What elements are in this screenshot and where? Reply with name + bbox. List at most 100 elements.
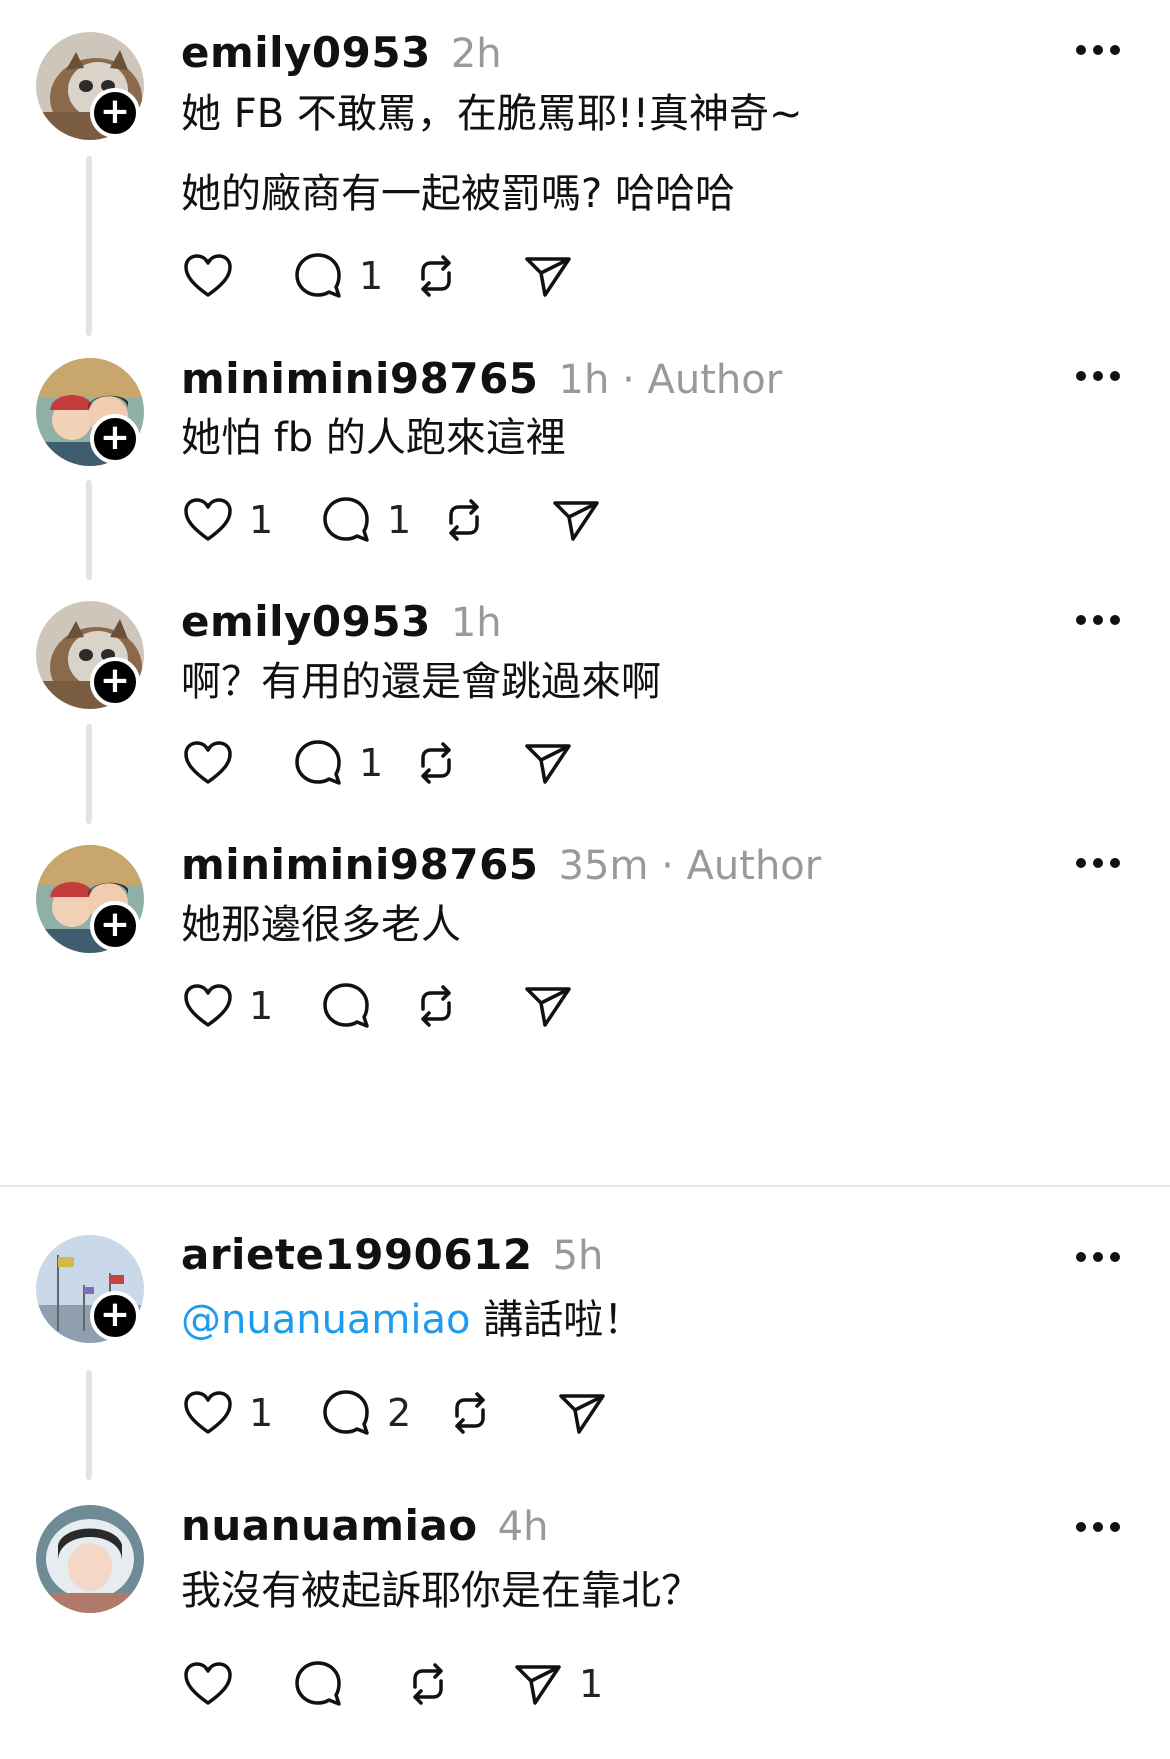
thread-line (86, 724, 92, 824)
comment-text: 啊？有用的還是會跳過來啊 (181, 659, 661, 705)
repost-button[interactable] (443, 1385, 497, 1441)
like-button[interactable] (181, 248, 235, 304)
comment-text-body: 講話啦！ (470, 1297, 644, 1343)
username[interactable]: nuanuamiao (181, 1501, 478, 1550)
repost-icon (421, 255, 451, 297)
timestamp: 5h (552, 1233, 604, 1279)
reply-count: 1 (387, 498, 412, 542)
plus-icon: + (99, 903, 131, 945)
repost-icon (421, 742, 451, 784)
share-button[interactable] (521, 248, 575, 304)
comment-icon (323, 983, 369, 1028)
girl-avatar-image (36, 1505, 144, 1613)
timestamp: 4h (497, 1504, 549, 1550)
more-options-button[interactable] (1076, 857, 1120, 869)
send-icon (559, 1394, 605, 1434)
username[interactable]: emily0953 (181, 28, 431, 77)
repost-icon (413, 1663, 443, 1705)
share-button[interactable] (521, 978, 575, 1034)
follow-button[interactable]: + (90, 901, 140, 951)
repost-button[interactable] (437, 492, 491, 548)
username[interactable]: emily0953 (181, 597, 431, 646)
plus-icon: + (99, 416, 131, 458)
follow-button[interactable]: + (90, 657, 140, 707)
repost-button[interactable] (409, 248, 463, 304)
heart-icon (184, 1662, 232, 1705)
timestamp: 35m · Author (558, 843, 822, 889)
send-icon (553, 501, 599, 541)
plus-icon: + (99, 1293, 131, 1335)
send-icon (525, 987, 571, 1027)
comment-text: @nuanuamiao 講話啦！ (181, 1294, 643, 1346)
share-button[interactable] (549, 492, 603, 548)
mention-link[interactable]: @nuanuamiao (181, 1297, 471, 1343)
repost-button[interactable] (409, 735, 463, 791)
follow-button[interactable]: + (90, 414, 140, 464)
more-options-button[interactable] (1076, 614, 1120, 626)
heart-icon (184, 1391, 232, 1434)
thread-line (86, 1370, 92, 1480)
timestamp: 1h (450, 600, 502, 646)
follow-button[interactable]: + (90, 88, 140, 138)
username[interactable]: minimini98765 (181, 354, 539, 403)
like-button[interactable] (181, 1656, 235, 1712)
reply-count: 2 (387, 1391, 412, 1435)
more-options-button[interactable] (1076, 1251, 1120, 1263)
reply-button[interactable] (291, 1656, 345, 1712)
comment-text: 她的廠商有一起被罰嗎? 哈哈哈 (181, 171, 735, 217)
heart-icon (184, 498, 232, 541)
reply-button[interactable]: 1 (291, 248, 383, 304)
like-count: 1 (249, 1391, 274, 1435)
comment-icon (323, 497, 369, 542)
thread-divider (0, 1185, 1170, 1187)
reply-button[interactable]: 2 (319, 1385, 411, 1441)
send-icon (525, 257, 571, 297)
like-count: 1 (249, 984, 274, 1028)
timestamp: 1h · Author (558, 357, 783, 403)
comment-icon (323, 1390, 369, 1435)
share-button[interactable] (521, 735, 575, 791)
plus-icon: + (99, 90, 131, 132)
repost-icon (455, 1392, 485, 1434)
comment-icon (295, 1661, 341, 1706)
reply-count: 1 (359, 254, 384, 298)
send-icon (515, 1665, 561, 1705)
comment-text: 她 FB 不敢罵，在脆罵耶!!真神奇~ (181, 91, 803, 137)
more-options-button[interactable] (1076, 1521, 1120, 1533)
username[interactable]: ariete1990612 (181, 1230, 533, 1279)
plus-icon: + (99, 659, 131, 701)
like-button[interactable]: 1 (181, 1385, 273, 1441)
comment-text: 她那邊很多老人 (181, 902, 461, 948)
thread-line (86, 156, 92, 336)
heart-icon (184, 984, 232, 1027)
repost-button[interactable] (401, 1656, 455, 1712)
like-button[interactable]: 1 (181, 492, 273, 548)
comment-text: 她怕 fb 的人跑來這裡 (181, 415, 566, 461)
share-button[interactable]: 1 (511, 1656, 603, 1712)
reply-button[interactable]: 1 (291, 735, 383, 791)
reply-button[interactable]: 1 (319, 492, 411, 548)
like-button[interactable] (181, 735, 235, 791)
more-options-button[interactable] (1076, 370, 1120, 382)
thread-line (86, 480, 92, 580)
follow-button[interactable]: + (90, 1291, 140, 1341)
repost-icon (449, 499, 479, 541)
comment-text: 我沒有被起訴耶你是在靠北？ (181, 1568, 701, 1614)
more-options-button[interactable] (1076, 44, 1120, 56)
heart-icon (184, 254, 232, 297)
share-button[interactable] (555, 1385, 609, 1441)
timestamp: 2h (450, 31, 502, 77)
comment-icon (295, 740, 341, 785)
repost-icon (421, 985, 451, 1027)
like-button[interactable]: 1 (181, 978, 273, 1034)
comment-icon (295, 253, 341, 298)
avatar[interactable] (36, 1505, 144, 1613)
heart-icon (184, 741, 232, 784)
like-count: 1 (249, 498, 274, 542)
reply-button[interactable] (319, 978, 373, 1034)
share-count: 1 (579, 1662, 604, 1706)
reply-count: 1 (359, 741, 384, 785)
username[interactable]: minimini98765 (181, 840, 539, 889)
send-icon (525, 744, 571, 784)
repost-button[interactable] (409, 978, 463, 1034)
